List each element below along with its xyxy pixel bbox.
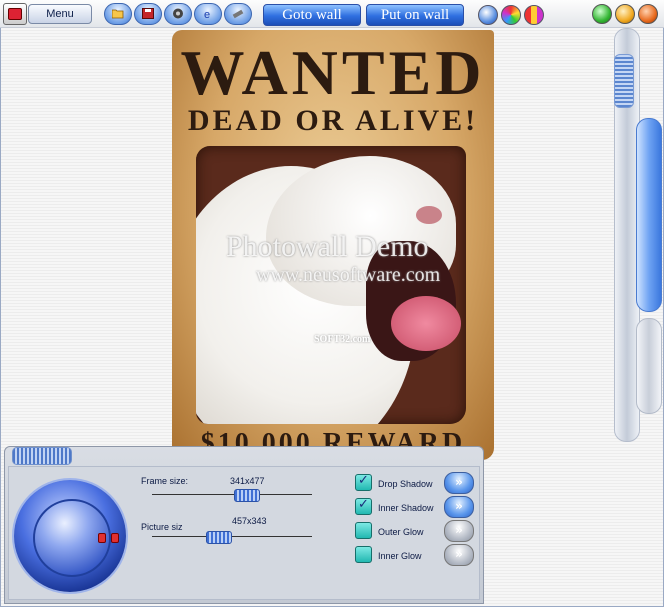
chevron-right-icon: »: [455, 547, 463, 561]
settings-tool-button[interactable]: [224, 3, 252, 25]
knob-indicator-icon: [98, 533, 106, 543]
print-icon: [173, 8, 183, 19]
scrollbar-grip[interactable]: [614, 54, 634, 108]
internet-explorer-icon: e: [204, 9, 210, 19]
picture-size-slider-thumb[interactable]: [205, 531, 232, 544]
knob-indicator-icon: [111, 533, 119, 543]
inner-shadow-label: Inner Shadow: [378, 503, 434, 513]
panel-drag-handle[interactable]: [12, 447, 72, 465]
minimize-icon[interactable]: [592, 4, 612, 24]
scrollbar-lower-track[interactable]: [636, 318, 662, 414]
lion-tongue: [391, 296, 461, 351]
lion-photo: Photowall Demo www.neusoftware.com SOFT3…: [196, 146, 466, 424]
outer-glow-label: Outer Glow: [378, 527, 424, 537]
frame-size-slider-track[interactable]: [152, 494, 312, 495]
poster-subtitle: DEAD OR ALIVE!: [187, 104, 479, 137]
drop-shadow-checkbox[interactable]: [355, 473, 372, 491]
watermark-url: www.neusoftware.com: [256, 264, 441, 286]
maximize-icon[interactable]: [615, 4, 635, 24]
picture-size-label: Picture siz: [141, 522, 183, 532]
watermark-small: SOFT32.com: [314, 334, 371, 345]
goto-wall-button[interactable]: Goto wall: [263, 4, 361, 26]
drop-shadow-settings-button[interactable]: »: [444, 472, 474, 494]
wanted-poster-image[interactable]: WANTED DEAD OR ALIVE! Photowall Demo www…: [172, 30, 494, 460]
internet-explorer-button[interactable]: e: [194, 3, 222, 25]
open-folder-button[interactable]: [104, 3, 132, 25]
toolbar: Menu e Goto wall Put on wall: [0, 0, 664, 28]
inner-shadow-settings-button[interactable]: »: [444, 496, 474, 518]
open-folder-icon: [112, 9, 124, 19]
color-palette-icon[interactable]: [501, 5, 521, 25]
svg-text:e: e: [204, 9, 210, 19]
save-button[interactable]: [134, 3, 162, 25]
drop-shadow-label: Drop Shadow: [378, 479, 433, 489]
close-icon[interactable]: [638, 4, 658, 24]
frame-size-value: 341x477: [230, 476, 265, 486]
inner-shadow-checkbox[interactable]: [355, 497, 372, 515]
chevron-right-icon: »: [455, 475, 463, 489]
poster-title: WANTED: [180, 37, 486, 108]
save-icon: [142, 8, 154, 19]
vertical-scrollbar-thumb[interactable]: [636, 118, 662, 312]
lion-nose: [416, 206, 442, 224]
outer-glow-checkbox[interactable]: [355, 522, 372, 539]
picture-size-value: 457x343: [232, 516, 267, 526]
put-on-wall-button[interactable]: Put on wall: [366, 4, 464, 26]
settings-tool-icon: [232, 9, 244, 19]
watermark-title: Photowall Demo: [226, 230, 429, 263]
outer-glow-settings-button[interactable]: »: [444, 520, 474, 542]
print-button[interactable]: [164, 3, 192, 25]
chevron-right-icon: »: [455, 499, 463, 513]
globe-icon[interactable]: [478, 5, 498, 25]
stripes-icon[interactable]: [524, 5, 544, 25]
inner-glow-checkbox[interactable]: [355, 546, 372, 563]
app-icon[interactable]: [3, 3, 27, 25]
menu-button[interactable]: Menu: [28, 4, 92, 24]
frame-size-slider-thumb[interactable]: [234, 489, 261, 502]
inner-glow-label: Inner Glow: [378, 551, 422, 561]
inner-glow-settings-button[interactable]: »: [444, 544, 474, 566]
chevron-right-icon: »: [455, 523, 463, 537]
picture-size-slider-track[interactable]: [152, 536, 312, 537]
frame-size-label: Frame size:: [141, 476, 189, 486]
